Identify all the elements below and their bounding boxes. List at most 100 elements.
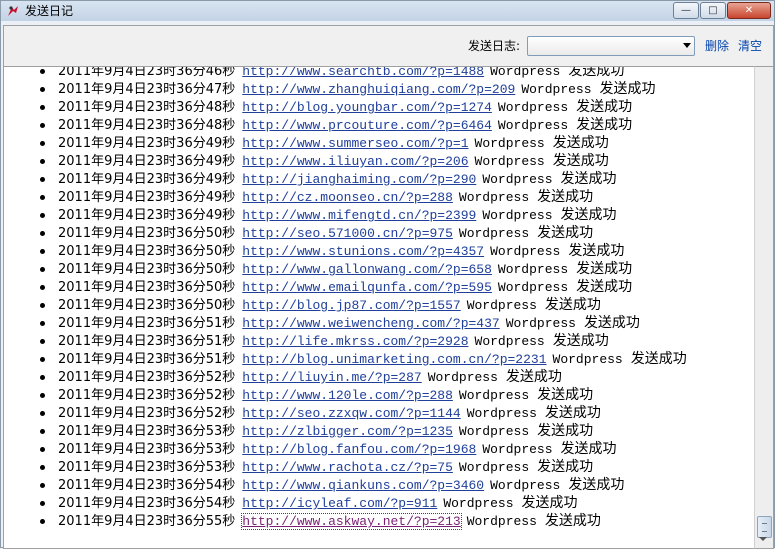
log-date: 2011年9月4日23时36分50秒 — [58, 244, 236, 259]
log-date: 2011年9月4日23时36分54秒 — [58, 478, 236, 493]
log-date: 2011年9月4日23时36分54秒 — [58, 496, 236, 511]
list-item: 2011年9月4日23时36分49秒 http://www.mifengtd.cn… — [4, 206, 687, 224]
log-url-link[interactable]: http://blog.unimarketing.com.cn/?p=2231 — [242, 352, 546, 367]
list-item: 2011年9月4日23时36分50秒 http://seo.571000.cn/?… — [4, 224, 687, 242]
log-url-link[interactable]: http://cz.moonseo.cn/?p=288 — [242, 190, 453, 205]
list-item: 2011年9月4日23时36分52秒 http://www.120le.com/?… — [4, 386, 687, 404]
log-date: 2011年9月4日23时36分51秒 — [58, 352, 236, 367]
list-item: 2011年9月4日23时36分50秒 http://blog.jp87.com/?… — [4, 296, 687, 314]
arrow-down-icon[interactable] — [759, 537, 767, 541]
log-platform: Wordpress — [466, 514, 537, 529]
list-item: 2011年9月4日23时36分53秒 http://blog.fanfou.com… — [4, 440, 687, 458]
list-item: 2011年9月4日23时36分48秒 http://www.prcouture.c… — [4, 116, 687, 134]
log-status: 发送成功 — [544, 297, 601, 313]
chevron-down-icon[interactable] — [683, 43, 691, 48]
log-status: 发送成功 — [537, 189, 594, 205]
log-date: 2011年9月4日23时36分46秒 — [58, 66, 236, 79]
log-status: 发送成功 — [544, 405, 601, 421]
log-date: 2011年9月4日23时36分49秒 — [58, 190, 236, 205]
maximize-button[interactable]: □ — [700, 2, 726, 19]
log-url-link[interactable]: http://www.120le.com/?p=288 — [242, 388, 453, 403]
log-platform: Wordpress — [474, 136, 545, 151]
log-status: 发送成功 — [537, 423, 594, 439]
log-date: 2011年9月4日23时36分50秒 — [58, 262, 236, 277]
log-status: 发送成功 — [537, 225, 594, 241]
list-item: 2011年9月4日23时36分54秒 http://icyleaf.com/?p=… — [4, 494, 687, 512]
send-log-window: 发送日记 — □ ✕ 发送日志: 删除 清空 2011年9月4日23时36分46… — [0, 0, 775, 549]
log-date: 2011年9月4日23时36分53秒 — [58, 442, 236, 457]
log-status: 发送成功 — [552, 135, 609, 151]
log-date: 2011年9月4日23时36分47秒 — [58, 82, 236, 97]
delete-button[interactable]: 删除 — [705, 39, 729, 53]
log-url-link[interactable]: http://zlbigger.com/?p=1235 — [242, 424, 453, 439]
log-url-link[interactable]: http://life.mkrss.com/?p=2928 — [242, 334, 468, 349]
log-date: 2011年9月4日23时36分49秒 — [58, 172, 236, 187]
list-item: 2011年9月4日23时36分48秒 http://blog.youngbar.c… — [4, 98, 687, 116]
log-platform: Wordpress — [490, 478, 561, 493]
log-date: 2011年9月4日23时36分52秒 — [58, 406, 236, 421]
log-platform: Wordpress — [497, 262, 569, 277]
log-date: 2011年9月4日23时36分49秒 — [58, 154, 236, 169]
list-item: 2011年9月4日23时36分50秒 http://www.gallonwang.… — [4, 260, 687, 278]
log-platform: Wordpress — [466, 406, 537, 421]
log-date: 2011年9月4日23时36分48秒 — [58, 118, 236, 133]
close-button[interactable]: ✕ — [727, 2, 771, 19]
log-status: 发送成功 — [505, 369, 562, 385]
list-item: 2011年9月4日23时36分55秒 http://www.askway.net/… — [4, 512, 687, 530]
minimize-button[interactable]: — — [673, 2, 699, 19]
log-url-link[interactable]: http://blog.youngbar.com/?p=1274 — [242, 100, 492, 115]
log-url-link[interactable]: http://www.zhanghuiqiang.com/?p=209 — [242, 82, 515, 97]
log-url-link[interactable]: http://www.qiankuns.com/?p=3460 — [242, 478, 484, 493]
log-platform: Wordpress — [474, 154, 545, 169]
log-status: 发送成功 — [568, 66, 625, 79]
log-url-link[interactable]: http://blog.fanfou.com/?p=1968 — [242, 442, 476, 457]
log-platform: Wordpress — [552, 352, 623, 367]
list-item: 2011年9月4日23时36分51秒 http://blog.unimarketi… — [4, 350, 687, 368]
log-url-link[interactable]: http://www.emailqunfa.com/?p=595 — [242, 280, 492, 295]
log-url-link[interactable]: http://www.iliuyan.com/?p=206 — [242, 154, 468, 169]
log-view[interactable]: 2011年9月4日23时36分46秒 http://www.searchtb.co… — [3, 66, 755, 549]
log-status: 发送成功 — [544, 513, 601, 529]
log-status: 发送成功 — [630, 351, 687, 367]
log-url-link[interactable]: http://liuyin.me/?p=287 — [242, 370, 421, 385]
log-platform: Wordpress — [466, 298, 537, 313]
list-item: 2011年9月4日23时36分53秒 http://www.rachota.cz/… — [4, 458, 687, 476]
list-item: 2011年9月4日23时36分49秒 http://www.summerseo.c… — [4, 134, 687, 152]
log-status: 发送成功 — [576, 99, 633, 115]
log-status: 发送成功 — [583, 315, 640, 331]
log-url-link[interactable]: http://www.askway.net/?p=213 — [241, 513, 462, 530]
log-select[interactable] — [527, 36, 695, 56]
log-url-link[interactable]: http://www.mifengtd.cn/?p=2399 — [242, 208, 476, 223]
log-date: 2011年9月4日23时36分50秒 — [58, 280, 236, 295]
title-bar[interactable]: 发送日记 — □ ✕ — [1, 1, 774, 21]
log-platform: Wordpress — [458, 424, 530, 439]
log-url-link[interactable]: http://seo.zzxqw.com/?p=1144 — [242, 406, 460, 421]
log-url-link[interactable]: http://www.searchtb.com/?p=1488 — [242, 67, 484, 79]
clear-button[interactable]: 清空 — [738, 39, 762, 53]
log-url-link[interactable]: http://www.weiwencheng.com/?p=437 — [242, 316, 499, 331]
list-item: 2011年9月4日23时36分54秒 http://www.qiankuns.co… — [4, 476, 687, 494]
log-url-link[interactable]: http://www.summerseo.com/?p=1 — [242, 136, 468, 151]
list-item: 2011年9月4日23时36分52秒 http://liuyin.me/?p=28… — [4, 368, 687, 386]
log-date: 2011年9月4日23时36分51秒 — [58, 334, 236, 349]
log-url-link[interactable]: http://www.rachota.cz/?p=75 — [242, 460, 453, 475]
vertical-scrollbar[interactable] — [754, 66, 774, 549]
log-url-link[interactable]: http://blog.jp87.com/?p=1557 — [242, 298, 460, 313]
scrollbar-thumb[interactable] — [757, 516, 772, 538]
log-status: 发送成功 — [560, 171, 617, 187]
log-url-link[interactable]: http://icyleaf.com/?p=911 — [242, 496, 437, 511]
log-url-link[interactable]: http://www.gallonwang.com/?p=658 — [242, 262, 492, 277]
log-status: 发送成功 — [521, 495, 578, 511]
grip-icon — [762, 523, 767, 532]
log-platform: Wordpress — [458, 226, 530, 241]
log-date: 2011年9月4日23时36分51秒 — [58, 316, 236, 331]
log-date: 2011年9月4日23时36分53秒 — [58, 424, 236, 439]
log-url-link[interactable]: http://seo.571000.cn/?p=975 — [242, 226, 453, 241]
list-item: 2011年9月4日23时36分50秒 http://www.emailqunfa.… — [4, 278, 687, 296]
log-platform: Wordpress — [490, 66, 561, 79]
log-url-link[interactable]: http://www.stunions.com/?p=4357 — [242, 244, 484, 259]
log-url-link[interactable]: http://jianghaiming.com/?p=290 — [242, 172, 476, 187]
log-platform: Wordpress — [458, 460, 530, 475]
log-status: 发送成功 — [537, 459, 594, 475]
log-url-link[interactable]: http://www.prcouture.com/?p=6464 — [242, 118, 492, 133]
